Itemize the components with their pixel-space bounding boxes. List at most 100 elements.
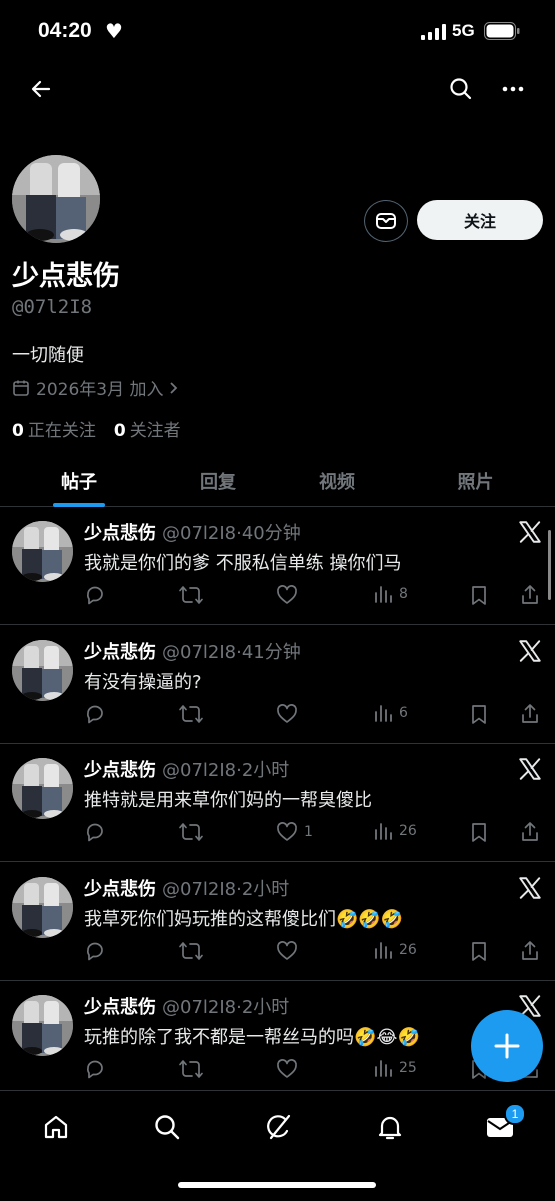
post-actions: 8 (84, 584, 544, 612)
share-button[interactable] (520, 584, 540, 606)
compose-button[interactable] (471, 1010, 543, 1082)
reply-button[interactable] (84, 821, 106, 843)
post-handle: @07l2I8 (162, 760, 237, 781)
post-meta: @07l2I8·2小时 (162, 997, 290, 1018)
views-button[interactable]: 26 (373, 821, 417, 841)
reply-icon (87, 1060, 103, 1079)
tab-label: 回复 (200, 472, 236, 493)
tab-replies[interactable]: 回复 (158, 456, 278, 506)
bookmark-button[interactable] (469, 940, 489, 962)
reply-icon (87, 705, 103, 724)
tab-photos[interactable]: 照片 (396, 456, 555, 506)
signal-icon (421, 24, 446, 40)
followers-label: 关注者 (129, 421, 181, 441)
like-button[interactable] (276, 584, 304, 606)
share-icon (522, 585, 538, 604)
home-indicator (178, 1182, 376, 1188)
back-arrow-icon (31, 80, 51, 98)
post-avatar[interactable] (12, 758, 73, 819)
like-button[interactable] (276, 703, 304, 725)
post-item[interactable]: 少点悲伤 @07l2I8·40分钟 我就是你们的爹 不服私信单练 操你们马 8 (0, 506, 555, 625)
views-button[interactable]: 6 (373, 703, 408, 723)
post-item[interactable]: 少点悲伤 @07l2I8·2小时 我草死你们妈玩推的这帮傻比们🤣🤣🤣 26 (0, 862, 555, 981)
like-button[interactable] (276, 1058, 304, 1080)
search-icon (155, 1115, 180, 1140)
plus-icon (494, 1033, 520, 1059)
post-author-name: 少点悲伤 (84, 997, 156, 1018)
post-actions: 6 (84, 703, 544, 731)
views-button[interactable]: 25 (373, 1058, 417, 1078)
x-logo-icon[interactable] (517, 638, 543, 664)
avatar-image (12, 155, 100, 243)
reply-button[interactable] (84, 584, 106, 606)
repost-button[interactable] (178, 1058, 204, 1080)
like-button[interactable] (276, 940, 304, 962)
repost-icon (179, 942, 203, 960)
search-button[interactable] (441, 69, 481, 109)
repost-button[interactable] (178, 703, 204, 725)
nav-home[interactable] (36, 1107, 76, 1147)
like-button[interactable]: 1 (276, 821, 313, 843)
tab-label: 照片 (457, 472, 494, 493)
followers-link[interactable]: 0 关注者 (114, 416, 181, 441)
reply-button[interactable] (84, 940, 106, 962)
x-logo-icon[interactable] (517, 519, 543, 545)
calendar-icon (13, 380, 29, 396)
repost-button[interactable] (178, 821, 204, 843)
profile-avatar[interactable] (12, 155, 100, 243)
share-icon (522, 941, 538, 960)
bookmark-icon (472, 586, 486, 605)
joined-date[interactable]: 2026年3月 加入 (12, 375, 179, 400)
tab-videos[interactable]: 视频 (278, 456, 396, 506)
post-avatar[interactable] (12, 995, 73, 1056)
share-button[interactable] (520, 940, 540, 962)
message-button[interactable] (364, 200, 408, 242)
follow-button[interactable]: 关注 (417, 200, 543, 240)
nav-messages[interactable]: 1 (480, 1103, 526, 1147)
post-text: 我就是你们的爹 不服私信单练 操你们马 (84, 553, 402, 574)
nav-notifications[interactable] (370, 1107, 410, 1147)
bookmark-button[interactable] (469, 703, 489, 725)
reply-icon (87, 586, 103, 605)
post-meta: @07l2I8·2小时 (162, 760, 290, 781)
post-header: 少点悲伤 @07l2I8·2小时 (84, 993, 289, 1019)
search-icon (450, 78, 472, 100)
post-avatar[interactable] (12, 521, 73, 582)
post-item[interactable]: 少点悲伤 @07l2I8·2小时 推特就是用来草你们妈的一帮臭傻比 1 26 (0, 743, 555, 862)
bookmark-button[interactable] (469, 584, 489, 606)
repost-button[interactable] (178, 584, 204, 606)
x-logo-icon[interactable] (517, 875, 543, 901)
avatar-image (12, 640, 73, 701)
views-button[interactable]: 26 (373, 940, 417, 960)
repost-icon (179, 586, 203, 604)
share-button[interactable] (520, 821, 540, 843)
post-text: 玩推的除了我不都是一帮丝马的吗🤣😂🤣 (84, 1027, 420, 1048)
post-header: 少点悲伤 @07l2I8·2小时 (84, 756, 289, 782)
post-header: 少点悲伤 @07l2I8·2小时 (84, 875, 289, 901)
back-button[interactable] (21, 69, 61, 109)
repost-button[interactable] (178, 940, 204, 962)
nav-search[interactable] (147, 1107, 187, 1147)
post-time: 2小时 (241, 879, 290, 900)
post-item[interactable]: 少点悲伤 @07l2I8·41分钟 有没有操逼的? 6 (0, 625, 555, 744)
reply-button[interactable] (84, 1058, 106, 1080)
views-count: 8 (399, 586, 408, 602)
more-button[interactable] (493, 69, 533, 109)
views-count: 26 (399, 823, 417, 839)
x-logo-icon[interactable] (517, 756, 543, 782)
tab-posts[interactable]: 帖子 (0, 456, 158, 507)
display-name: 少点悲伤 (12, 261, 120, 292)
post-avatar[interactable] (12, 640, 73, 701)
post-text: 我草死你们妈玩推的这帮傻比们🤣🤣🤣 (84, 909, 404, 930)
grok-icon (267, 1114, 291, 1140)
following-link[interactable]: 0 正在关注 (12, 416, 96, 441)
profile-handle: @07l2I8 (12, 296, 93, 318)
views-button[interactable]: 8 (373, 584, 408, 604)
share-button[interactable] (520, 703, 540, 725)
bookmark-button[interactable] (469, 821, 489, 843)
reply-button[interactable] (84, 703, 106, 725)
network-label: 5G (452, 21, 475, 40)
post-avatar[interactable] (12, 877, 73, 938)
nav-grok[interactable] (258, 1107, 298, 1147)
repost-icon (179, 823, 203, 841)
